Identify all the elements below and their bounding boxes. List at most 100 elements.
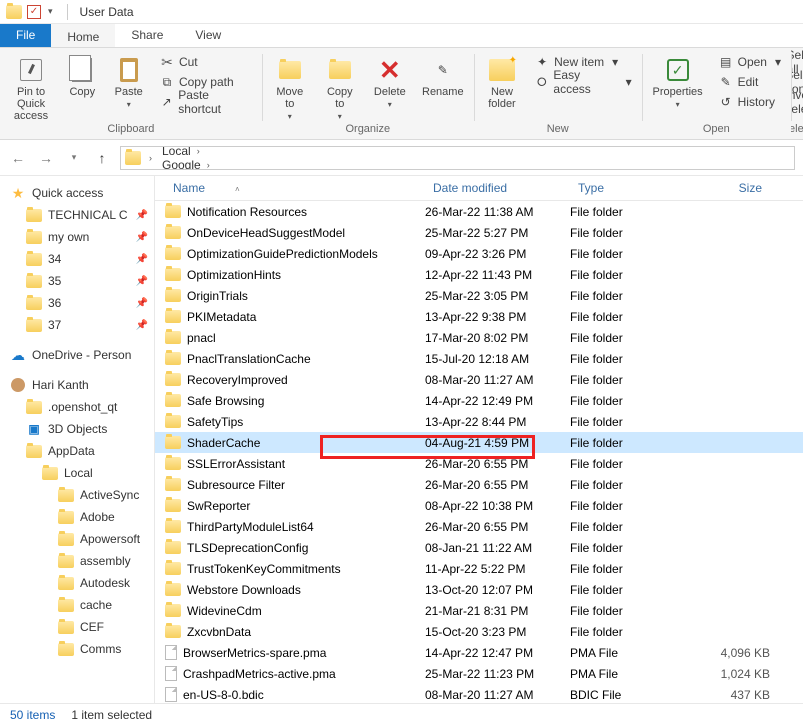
tab-file[interactable]: File [0,24,51,47]
file-row[interactable]: ZxcvbnData15-Oct-20 3:23 PMFile folder [155,621,803,642]
pinned-item[interactable]: 35📌 [0,270,154,292]
rename-button[interactable]: ✎ Rename [418,52,468,98]
file-row[interactable]: OriginTrials25-Mar-22 3:05 PMFile folder [155,285,803,306]
delete-button[interactable]: ✕ Delete ▾ [368,52,412,109]
up-button[interactable]: ↑ [92,150,112,166]
file-row[interactable]: BrowserMetrics-spare.pma14-Apr-22 12:47 … [155,642,803,663]
pinned-item[interactable]: my own📌 [0,226,154,248]
file-row[interactable]: Webstore Downloads13-Oct-20 12:07 PMFile… [155,579,803,600]
folder-icon [58,575,74,591]
qat-dropdown-icon[interactable]: ▾ [46,6,55,17]
sidebar-item[interactable]: CEF [0,616,154,638]
file-row[interactable]: Safe Browsing14-Apr-22 12:49 PMFile fold… [155,390,803,411]
paste-shortcut-button[interactable]: ↗Paste shortcut [155,92,256,112]
invert-selection-button[interactable]: ⊡Invert sele [791,92,803,112]
breadcrumb-segment[interactable]: Local› [160,146,234,158]
sidebar-item[interactable]: ▣3D Objects [0,418,154,440]
file-size: 437 KB [690,688,770,702]
file-row[interactable]: TLSDeprecationConfig08-Jan-21 11:22 AMFi… [155,537,803,558]
paste-button[interactable]: Paste ▾ [109,52,149,109]
sidebar-item[interactable]: Adobe [0,506,154,528]
quick-access[interactable]: ★Quick access [0,182,154,204]
onedrive[interactable]: ☁OneDrive - Person [0,344,154,366]
sidebar-item[interactable]: AppData [0,440,154,462]
file-type: File folder [570,436,690,450]
pin-to-quick-access-button[interactable]: Pin to Quick access [6,52,56,122]
file-name: SSLErrorAssistant [187,457,285,471]
pinned-item[interactable]: 34📌 [0,248,154,270]
forward-button[interactable]: → [36,150,56,166]
col-name[interactable]: Name˄ [165,176,425,200]
move-to-button[interactable]: Move to ▾ [268,52,312,121]
sidebar-item[interactable]: Autodesk [0,572,154,594]
file-row[interactable]: SafetyTips13-Apr-22 8:44 PMFile folder [155,411,803,432]
file-row[interactable]: pnacl17-Mar-20 8:02 PMFile folder [155,327,803,348]
pinned-item[interactable]: TECHNICAL C📌 [0,204,154,226]
file-row[interactable]: SSLErrorAssistant26-Mar-20 6:55 PMFile f… [155,453,803,474]
folder-icon [58,553,74,569]
file-row[interactable]: OnDeviceHeadSuggestModel25-Mar-22 5:27 P… [155,222,803,243]
tab-view[interactable]: View [179,24,237,47]
col-date[interactable]: Date modified [425,176,570,200]
navigation-pane[interactable]: ★Quick access TECHNICAL C📌my own📌34📌35📌3… [0,176,155,703]
breadcrumb-segment[interactable]: Google› [160,158,234,170]
edit-button[interactable]: ✎Edit [714,72,785,92]
file-row[interactable]: PnaclTranslationCache15-Jul-20 12:18 AMF… [155,348,803,369]
file-row[interactable]: en-US-8-0.bdic08-Mar-20 11:27 AMBDIC Fil… [155,684,803,703]
file-date: 13-Apr-22 9:38 PM [425,310,570,324]
file-row[interactable]: OptimizationHints12-Apr-22 11:43 PMFile … [155,264,803,285]
nav-bar: ← → ▾ ↑ › Hari Kanth›AppData›Local›Googl… [0,140,803,176]
sidebar-item[interactable]: Comms [0,638,154,660]
open-icon: ▤ [718,54,734,70]
file-row[interactable]: Subresource Filter26-Mar-20 6:55 PMFile … [155,474,803,495]
recent-dropdown[interactable]: ▾ [64,152,84,163]
sidebar-item[interactable]: cache [0,594,154,616]
folder-icon [165,352,181,365]
cut-button[interactable]: ✂Cut [155,52,256,72]
local-folder[interactable]: Local [0,462,154,484]
file-list[interactable]: Name˄ Date modified Type Size Notificati… [155,176,803,703]
copy-path-icon: ⧉ [159,74,175,90]
pin-icon: 📌 [136,210,148,221]
easy-access-button[interactable]: ⭘Easy access▾ [530,72,635,92]
file-row[interactable]: Notification Resources26-Mar-22 11:38 AM… [155,201,803,222]
sidebar-item[interactable]: assembly [0,550,154,572]
sidebar-item[interactable]: .openshot_qt [0,396,154,418]
file-row[interactable]: SwReporter08-Apr-22 10:38 PMFile folder [155,495,803,516]
file-row[interactable]: RecoveryImproved08-Mar-20 11:27 AMFile f… [155,369,803,390]
col-type[interactable]: Type [570,176,690,200]
new-folder-button[interactable]: New folder [480,52,524,110]
back-button[interactable]: ← [8,150,28,166]
file-row[interactable]: ThirdPartyModuleList6426-Mar-20 6:55 PMF… [155,516,803,537]
chevron-right-icon[interactable]: › [145,153,156,163]
sidebar-item[interactable]: ActiveSync [0,484,154,506]
chevron-right-icon[interactable]: › [193,146,204,156]
ribbon-tabs: File Home Share View [0,24,803,48]
sidebar-item[interactable]: Apowersoft [0,528,154,550]
file-row[interactable]: OptimizationGuidePredictionModels09-Apr-… [155,243,803,264]
properties-button[interactable]: ✓ Properties ▾ [648,52,708,109]
file-row[interactable]: TrustTokenKeyCommitments11-Apr-22 5:22 P… [155,558,803,579]
tab-home[interactable]: Home [51,24,115,47]
file-row[interactable]: WidevineCdm21-Mar-21 8:31 PMFile folder [155,600,803,621]
qat-properties-icon[interactable]: ✓ [26,4,42,20]
file-name: OptimizationHints [187,268,281,282]
history-button[interactable]: ↺History [714,92,785,112]
open-button[interactable]: ▤Open▾ [714,52,785,72]
file-row[interactable]: ShaderCache04-Aug-21 4:59 PMFile folder [155,432,803,453]
window-title: User Data [74,5,134,19]
file-row[interactable]: PKIMetadata13-Apr-22 9:38 PMFile folder [155,306,803,327]
col-size[interactable]: Size [690,176,770,200]
file-name: OriginTrials [187,289,248,303]
file-row[interactable]: CrashpadMetrics-active.pma25-Mar-22 11:2… [155,663,803,684]
pinned-item[interactable]: 36📌 [0,292,154,314]
address-bar[interactable]: › Hari Kanth›AppData›Local›Google›Chrome… [120,146,795,170]
file-type: File folder [570,415,690,429]
tab-share[interactable]: Share [115,24,179,47]
copy-button[interactable]: Copy [62,52,102,98]
chevron-right-icon[interactable]: › [203,160,214,170]
copy-to-button[interactable]: Copy to ▾ [318,52,362,121]
folder-icon [26,207,42,223]
pinned-item[interactable]: 37📌 [0,314,154,336]
user-folder[interactable]: Hari Kanth [0,374,154,396]
